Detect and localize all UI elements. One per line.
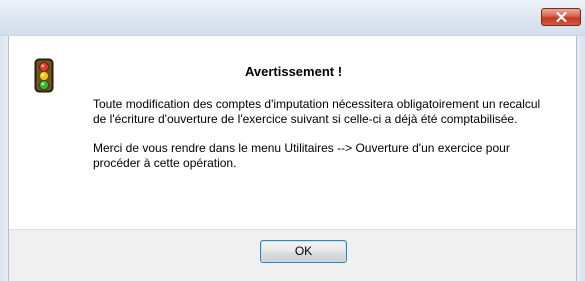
warning-dialog: Avertissement ! Toute modification des c…: [0, 0, 585, 281]
ok-button[interactable]: OK: [260, 240, 347, 263]
window-frame-right: [577, 36, 585, 281]
warning-message: Toute modification des comptes d'imputat…: [93, 97, 563, 127]
instruction-message: Merci de vous rendre dans le menu Utilit…: [93, 141, 563, 171]
window-frame-left: [0, 36, 8, 281]
close-button[interactable]: [541, 8, 581, 26]
warning-message-line-2: de l'écriture d'ouverture de l'exercice …: [93, 112, 518, 126]
dialog-body: Avertissement ! Toute modification des c…: [8, 36, 577, 281]
warning-message-line-1: Toute modification des comptes d'imputat…: [93, 97, 541, 111]
close-icon: [556, 12, 567, 22]
dialog-heading: Avertissement !: [244, 64, 343, 79]
button-bar: OK: [9, 229, 576, 281]
instruction-message-line-2: procéder à cette opération.: [93, 156, 237, 170]
title-bar[interactable]: [0, 0, 585, 36]
instruction-message-line-1: Merci de vous rendre dans le menu Utilit…: [93, 141, 510, 155]
